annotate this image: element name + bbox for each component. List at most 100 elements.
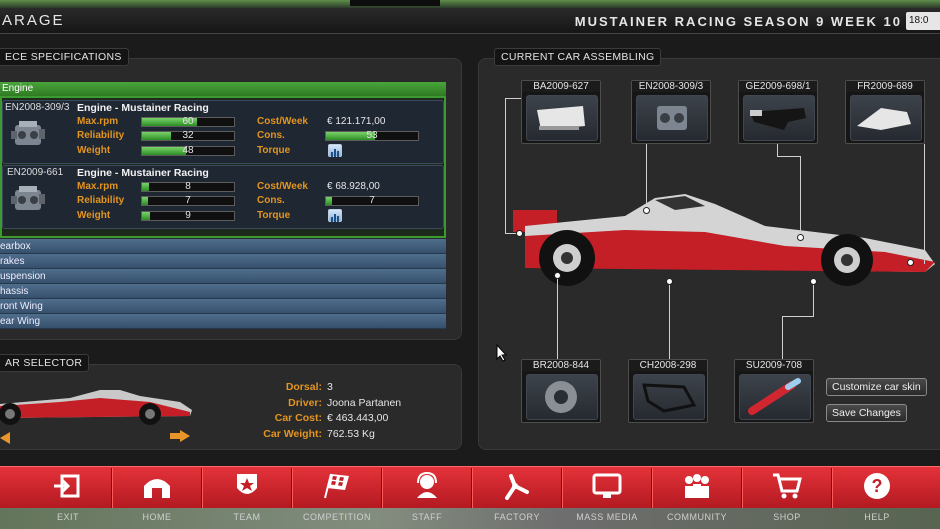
- engine-code: EN2008-309/3: [5, 102, 70, 113]
- nav-separator: [471, 468, 473, 508]
- title-bar: ARAGE MUSTAINER RACING SEASON 9 WEEK 10 …: [0, 8, 940, 34]
- engine-name: Engine - Mustainer Racing: [77, 102, 209, 114]
- attach-point: [666, 278, 673, 285]
- part-code: BR2008-844: [522, 360, 600, 371]
- customize-car-skin-button[interactable]: Customize car skin: [826, 378, 927, 396]
- nav-separator: [201, 468, 203, 508]
- part-card-suspension[interactable]: SU2009-708: [734, 359, 814, 423]
- nav-home[interactable]: HOME: [114, 466, 200, 529]
- cons-bar: 53: [325, 130, 419, 141]
- part-card-gearbox[interactable]: GE2009-698/1: [738, 80, 818, 144]
- part-thumbnail: [633, 374, 705, 420]
- category-chassis[interactable]: hassis: [0, 284, 446, 299]
- category-gearbox[interactable]: earbox: [0, 239, 446, 254]
- car-weight-label: Car Weight:: [263, 428, 322, 440]
- category-brakes[interactable]: rakes: [0, 254, 446, 269]
- exit-icon: [54, 474, 80, 498]
- part-code: CH2008-298: [629, 360, 707, 371]
- part-thumbnail: [850, 95, 922, 141]
- connector-line: [557, 276, 558, 360]
- part-code: SU2009-708: [735, 360, 813, 371]
- checkered-flag-icon: [324, 473, 349, 499]
- weight-value: 48: [182, 145, 194, 156]
- nav-help[interactable]: ? HELP: [834, 466, 920, 529]
- nav-label: FACTORY: [494, 512, 540, 522]
- nav-exit[interactable]: EXIT: [25, 466, 111, 529]
- engine-name: Engine - Mustainer Racing: [77, 167, 209, 179]
- connector-line: [782, 316, 814, 317]
- connector-line: [924, 144, 925, 264]
- engine-row[interactable]: EN2008-309/3 Engine - Mustainer Racing M…: [2, 100, 444, 164]
- cost-week-label: Cost/Week: [257, 181, 308, 192]
- svg-text:?: ?: [872, 476, 883, 496]
- engine-image: [11, 121, 45, 145]
- reliability-label: Reliability: [77, 195, 125, 206]
- cons-value: 7: [369, 195, 375, 206]
- nav-label: HELP: [864, 512, 890, 522]
- nav-team[interactable]: TEAM: [204, 466, 290, 529]
- season-label: MUSTAINER RACING SEASON 9 WEEK 10: [574, 14, 902, 29]
- cons-bar: 7: [325, 195, 419, 206]
- bar-chart-icon: [331, 149, 339, 157]
- connector-line: [800, 156, 801, 238]
- engine-row[interactable]: EN2009-661 Engine - Mustainer Racing Max…: [2, 165, 444, 229]
- nav-separator: [111, 468, 113, 508]
- help-icon: ?: [864, 473, 890, 499]
- reliability-value: 7: [185, 195, 191, 206]
- nav-factory[interactable]: FACTORY: [474, 466, 560, 529]
- nav-separator: [381, 468, 383, 508]
- nav-label: TEAM: [233, 512, 261, 522]
- nav-label: EXIT: [56, 512, 79, 522]
- nav-community[interactable]: COMMUNITY: [654, 466, 740, 529]
- attach-point: [907, 259, 914, 266]
- previous-car-arrow[interactable]: [0, 432, 10, 444]
- weight-bar: 9: [141, 210, 235, 221]
- engine-image: [11, 186, 45, 210]
- part-code: GE2009-698/1: [739, 81, 817, 92]
- torque-chart-button[interactable]: [328, 209, 342, 222]
- nav-shop[interactable]: SHOP: [744, 466, 830, 529]
- nav-mass-media[interactable]: MASS MEDIA: [564, 466, 650, 529]
- nav-staff[interactable]: STAFF: [384, 466, 470, 529]
- maxrpm-label: Max.rpm: [77, 181, 119, 192]
- category-rear-wing[interactable]: ear Wing: [0, 314, 446, 329]
- cost-week-value: € 121.171,00: [327, 116, 386, 127]
- nav-separator: [651, 468, 653, 508]
- car-selector-title: AR SELECTOR: [0, 354, 90, 372]
- reliability-value: 32: [182, 130, 194, 141]
- maxrpm-label: Max.rpm: [77, 116, 119, 127]
- nav-competition[interactable]: COMPETITION: [294, 466, 380, 529]
- maxrpm-value: 8: [185, 181, 191, 192]
- connector-line: [813, 282, 814, 316]
- connector-line: [505, 98, 506, 234]
- part-card-front-wing[interactable]: FR2009-689: [845, 80, 925, 144]
- weight-bar: 48: [141, 145, 235, 156]
- connector-line: [777, 144, 778, 156]
- category-front-wing[interactable]: ront Wing: [0, 299, 446, 314]
- section-engine[interactable]: Engine: [0, 82, 446, 96]
- attach-point: [516, 230, 523, 237]
- cost-week-value: € 68.928,00: [327, 181, 380, 192]
- save-changes-button[interactable]: Save Changes: [826, 404, 907, 422]
- nav-separator: [741, 468, 743, 508]
- category-suspension[interactable]: uspension: [0, 269, 446, 284]
- clock: 18:0: [906, 12, 940, 30]
- top-tab: [350, 0, 440, 6]
- top-strip: [0, 0, 940, 8]
- nav-label: STAFF: [411, 512, 443, 522]
- maxrpm-bar: 60: [141, 116, 235, 127]
- engine-code: EN2009-661: [7, 167, 64, 178]
- part-card-engine[interactable]: EN2008-309/3: [631, 80, 711, 144]
- next-car-arrow[interactable]: [170, 430, 190, 442]
- torque-chart-button[interactable]: [328, 144, 342, 157]
- car-cost-label: Car Cost:: [274, 412, 322, 424]
- maxrpm-value: 60: [182, 116, 194, 127]
- mouse-cursor-icon: [496, 344, 508, 362]
- part-card-barge-board[interactable]: BA2009-627: [521, 80, 601, 144]
- part-card-chassis[interactable]: CH2008-298: [628, 359, 708, 423]
- part-thumbnail: [739, 374, 811, 420]
- connector-line: [669, 282, 670, 360]
- part-thumbnail: [743, 95, 815, 141]
- part-thumbnail: [636, 95, 708, 141]
- part-card-brakes[interactable]: BR2008-844: [521, 359, 601, 423]
